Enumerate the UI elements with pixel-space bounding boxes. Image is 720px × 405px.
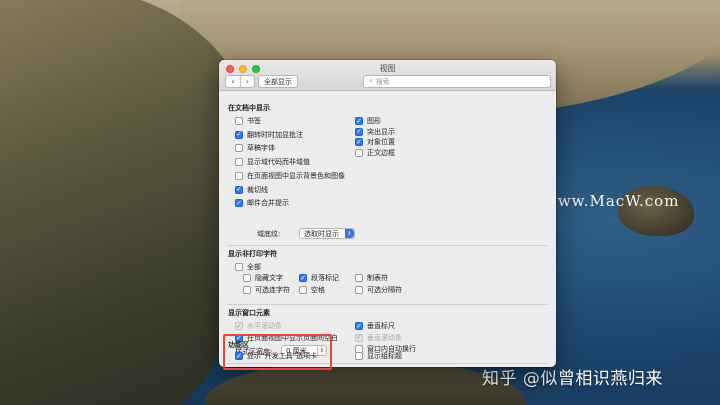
checkbox-box[interactable] [243, 286, 251, 294]
checkmark-icon[interactable]: ✓ [299, 274, 307, 282]
document-option-checkbox[interactable]: ✓ 翻转时时加显批注 [235, 130, 303, 140]
nonprinting-option-checkbox[interactable]: 可选分隔符 [355, 285, 402, 295]
field-shading-select[interactable]: 选取时显示 ⇕ [299, 228, 355, 239]
checkbox-label: 段落标记 [311, 274, 339, 282]
nav-buttons: ‹ › [225, 75, 255, 88]
forward-arrow-icon[interactable]: › [240, 76, 254, 87]
search-placeholder: 搜索 [375, 77, 390, 86]
checkbox-box[interactable] [235, 117, 243, 125]
checkbox-label: 全部 [247, 263, 261, 271]
field-shading-label: 域底纹: [257, 230, 281, 238]
chevron-updown-icon: ⇕ [345, 229, 354, 238]
checkbox-label: 垂直滚动条 [367, 333, 402, 342]
checkbox-label: 水平滚动条 [247, 322, 282, 330]
document-option-checkbox[interactable]: 书签 [235, 116, 261, 126]
checkbox-box[interactable] [235, 171, 243, 180]
section-title-document: 在文档中显示 [228, 104, 270, 112]
checkmark-icon[interactable]: ✓ [355, 138, 363, 147]
nonprinting-option-checkbox[interactable]: 空格 [299, 285, 325, 295]
checkbox-label: 空格 [311, 286, 325, 294]
checkmark-icon[interactable]: ✓ [235, 199, 243, 208]
divider [227, 245, 548, 246]
section-title-window-elements: 显示窗口元素 [228, 309, 270, 317]
checkbox-label: 图形 [367, 117, 381, 125]
watermark-text: www.MacW.com [544, 192, 680, 210]
checkbox-label: 可选分隔符 [367, 286, 402, 294]
document-option-checkbox[interactable]: ✓ 裁切线 [235, 185, 268, 195]
show-group-titles-checkbox[interactable]: 显示组标题 [355, 351, 402, 361]
nonprinting-all-checkbox[interactable]: 全部 [235, 262, 261, 272]
checkmark-icon[interactable]: ✓ [355, 117, 363, 125]
field-shading-value: 选取时显示 [304, 229, 339, 238]
checkbox-label: 显示组标题 [367, 352, 402, 360]
document-option-checkbox[interactable]: ✓ 突出显示 [355, 127, 395, 137]
nonprinting-option-checkbox[interactable]: 制表符 [355, 273, 388, 283]
checkbox-label: 垂直标尺 [367, 322, 395, 330]
window-element-checkbox: ✓ 垂直滚动条 [355, 333, 402, 343]
show-all-button[interactable]: 全部显示 [258, 75, 298, 88]
nonprinting-option-checkbox[interactable]: 可选连字符 [243, 285, 290, 295]
section-title-ribbon: 功能区 [228, 341, 249, 349]
checkbox-box[interactable] [243, 274, 251, 282]
show-developer-tab-checkbox[interactable]: ✓ 显示“开发工具”选项卡 [235, 351, 317, 361]
checkbox-label: 邮件合并提示 [247, 199, 289, 208]
checkbox-label: 突出显示 [367, 127, 395, 136]
checkbox-box[interactable] [235, 263, 243, 271]
nonprinting-option-checkbox[interactable]: 隐藏文字 [243, 273, 283, 283]
back-arrow-icon[interactable]: ‹ [226, 76, 240, 87]
checkbox-label: 在页面视图中显示背景色和图像 [247, 171, 345, 180]
document-option-checkbox[interactable]: ✓ 图形 [355, 116, 381, 126]
checkbox-label: 草稿字体 [247, 144, 275, 153]
titlebar: 视图 ‹ › 全部显示 ⌕ 搜索 [219, 60, 556, 91]
checkbox-box[interactable] [235, 144, 243, 153]
divider [227, 304, 548, 305]
section-title-nonprinting: 显示非打印字符 [228, 250, 277, 258]
nonprinting-option-checkbox[interactable]: ✓ 段落标记 [299, 273, 339, 283]
checkmark-icon[interactable]: ✓ [355, 322, 363, 330]
checkbox-label: 在页面视图中显示页面间空白 [247, 334, 338, 342]
checkbox-box[interactable] [299, 286, 307, 294]
checkbox-label: 对象位置 [367, 138, 395, 147]
document-option-checkbox[interactable]: 显示域代码而非域值 [235, 157, 310, 167]
checkbox-box[interactable] [355, 286, 363, 294]
checkbox-label: 书签 [247, 117, 261, 125]
checkbox-label: 制表符 [367, 274, 388, 282]
checkmark-icon[interactable]: ✓ [235, 130, 243, 139]
divider [227, 363, 548, 364]
stepper-arrows-icon: ⇕ [317, 346, 326, 355]
checkmark-icon: ✓ [355, 333, 363, 342]
document-option-checkbox[interactable]: ✓ 对象位置 [355, 137, 395, 147]
document-option-checkbox[interactable]: 在页面视图中显示背景色和图像 [235, 171, 345, 181]
checkbox-label: 翻转时时加显批注 [247, 130, 303, 139]
document-option-checkbox[interactable]: ✓ 邮件合并提示 [235, 198, 289, 208]
checkbox-label: 隐藏文字 [255, 274, 283, 282]
checkmark-icon[interactable]: ✓ [235, 352, 243, 360]
checkmark-icon[interactable]: ✓ [235, 185, 243, 194]
checkbox-label: 可选连字符 [255, 286, 290, 294]
credit-text: 知乎 @似曾相识燕归来 [482, 369, 663, 389]
checkbox-label: 裁切线 [247, 185, 268, 194]
checkbox-label: 显示域代码而非域值 [247, 158, 310, 167]
checkbox-label: 正文边框 [367, 149, 395, 158]
checkmark-icon[interactable]: ✓ [355, 127, 363, 136]
window-element-checkbox[interactable]: ✓ 在页面视图中显示页面间空白 [235, 333, 338, 343]
window-title: 视图 [379, 64, 396, 73]
search-icon: ⌕ [369, 77, 373, 85]
preferences-content: 在文档中显示 书签 ✓ 翻转时时加显批注 草稿字体显示域代码而非域值在页面视图中显示背… [219, 91, 556, 367]
view-preferences-window: 视图 ‹ › 全部显示 ⌕ 搜索 在文档中显示 书签 ✓ 翻转时时加显批注 草稿字体显… [219, 60, 556, 367]
checkbox-box[interactable] [355, 149, 363, 158]
checkbox-box[interactable] [355, 352, 363, 360]
window-element-checkbox: ✓ 水平滚动条 [235, 321, 282, 331]
search-input[interactable]: ⌕ 搜索 [363, 75, 551, 88]
document-option-checkbox[interactable]: 正文边框 [355, 148, 395, 158]
window-element-checkbox[interactable]: ✓ 垂直标尺 [355, 321, 395, 331]
checkmark-icon: ✓ [235, 321, 243, 330]
checkbox-box[interactable] [235, 158, 243, 167]
document-option-checkbox[interactable]: 草稿字体 [235, 143, 275, 153]
checkbox-label: 显示“开发工具”选项卡 [247, 352, 318, 360]
checkbox-box[interactable] [355, 274, 363, 282]
